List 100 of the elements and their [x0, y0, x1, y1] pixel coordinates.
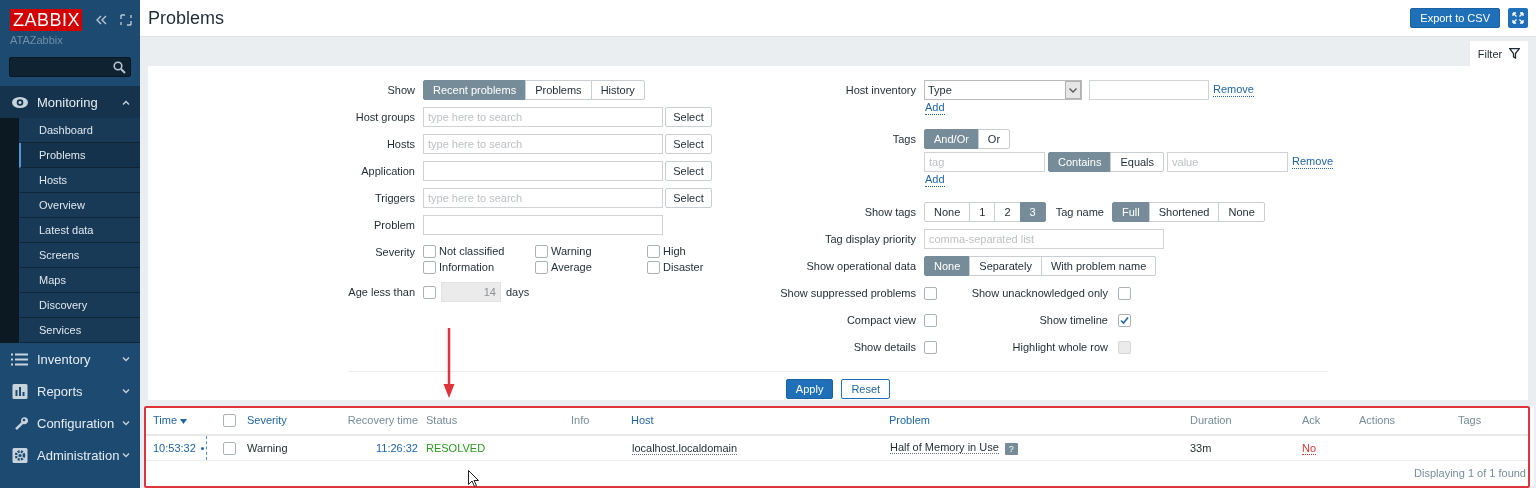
input-field[interactable]	[423, 215, 663, 235]
checkbox[interactable]	[423, 244, 436, 258]
toggle-button[interactable]: None	[1218, 202, 1265, 222]
toggle-button[interactable]: Shortened	[1148, 202, 1220, 222]
field-label: Show details	[852, 340, 917, 355]
input-field[interactable]	[1089, 80, 1209, 100]
checkbox[interactable]	[924, 313, 937, 327]
select-button[interactable]: Select	[665, 161, 712, 181]
menu-item[interactable]: Inventory	[0, 343, 140, 375]
collapse-icon[interactable]	[94, 13, 108, 27]
menu-item[interactable]: Monitoring	[0, 86, 140, 118]
input-field[interactable]: type here to search	[423, 107, 663, 127]
toggle-button[interactable]: With problem name	[1040, 256, 1157, 276]
search-field[interactable]	[9, 57, 131, 77]
toggle-button[interactable]: Problems	[525, 80, 592, 100]
checkbox[interactable]	[223, 441, 236, 455]
checkbox[interactable]	[535, 260, 548, 274]
field-label: Application	[360, 164, 416, 179]
chevron-down-icon	[122, 356, 130, 362]
submenu-item[interactable]: Overview	[19, 193, 140, 218]
export-button[interactable]: Export to CSV	[1410, 8, 1500, 28]
duration-text: 33m	[1190, 442, 1212, 454]
column-header[interactable]: Time	[153, 414, 188, 426]
toggle-button[interactable]: 1	[969, 202, 996, 222]
checkbox[interactable]	[924, 286, 937, 300]
host-link[interactable]: localhost.localdomain	[632, 441, 738, 455]
logo[interactable]: ZABBIX	[10, 9, 82, 31]
checkbox[interactable]	[647, 260, 660, 274]
gear-icon	[11, 447, 29, 463]
reset-button[interactable]: Reset	[841, 379, 891, 399]
submenu-item[interactable]: Screens	[19, 243, 140, 268]
submenu-item[interactable]: Discovery	[19, 293, 140, 318]
problem-link[interactable]: Half of Memory in Use	[890, 441, 999, 455]
checkbox-label: High	[663, 245, 686, 257]
submenu-item[interactable]: Dashboard	[19, 118, 140, 143]
submenu-item[interactable]: Problems	[19, 143, 140, 168]
submenu-item[interactable]: Latest data	[19, 218, 140, 243]
field-label: Tags	[891, 132, 917, 147]
sort-arrow-icon	[180, 419, 188, 424]
checkbox[interactable]	[423, 260, 436, 274]
fullscreen-button[interactable]	[1508, 8, 1528, 28]
input-field[interactable]: tag	[924, 152, 1045, 172]
submenu-item[interactable]: Hosts	[19, 168, 140, 193]
column-header: Ack	[1302, 414, 1321, 426]
input-field[interactable]	[423, 161, 663, 181]
select-button[interactable]: Select	[665, 107, 712, 127]
bar-chart-icon	[11, 383, 29, 399]
status-text: RESOLVED	[426, 442, 486, 454]
link[interactable]: Remove	[1213, 83, 1254, 97]
toggle-button[interactable]: Separately	[969, 256, 1042, 276]
input-field[interactable]: type here to search	[423, 188, 663, 208]
apply-button[interactable]: Apply	[785, 379, 834, 399]
dropdown[interactable]: Type	[924, 80, 1082, 100]
list-icon	[11, 351, 29, 367]
checkbox[interactable]	[647, 244, 660, 258]
checkbox[interactable]	[223, 413, 236, 427]
field-label: Host inventory	[844, 83, 917, 98]
ack-link[interactable]: No	[1302, 442, 1317, 455]
toggle-button[interactable]: None	[924, 202, 971, 222]
select-button[interactable]: Select	[665, 134, 712, 154]
input-field[interactable]: value	[1167, 152, 1289, 172]
menu-item[interactable]: Reports	[0, 375, 140, 407]
checkbox[interactable]	[924, 340, 937, 354]
input-field[interactable]: comma-separated list	[924, 229, 1164, 249]
link[interactable]: Remove	[1292, 155, 1334, 169]
checkbox-label: Disaster	[663, 261, 704, 273]
field-label: Show operational data	[805, 259, 917, 274]
field-label: Show suppressed problems	[779, 286, 917, 301]
toggle-button[interactable]: Or	[977, 129, 1011, 149]
column-header: Status	[426, 414, 458, 426]
filter-tab[interactable]: Filter	[1470, 41, 1528, 66]
chevron-down-icon	[122, 452, 130, 458]
checkbox[interactable]	[423, 285, 436, 299]
toggle-button[interactable]: History	[590, 80, 645, 100]
field-label: Triggers	[374, 191, 416, 206]
toggle-button[interactable]: Equals	[1110, 152, 1165, 172]
eye-icon	[11, 94, 29, 110]
menu-item[interactable]: Administration	[0, 439, 140, 471]
column-header[interactable]: Severity	[247, 414, 287, 426]
column-header[interactable]: Host	[631, 414, 654, 426]
field-label: Age less than	[347, 285, 416, 300]
time-link[interactable]: 11:26:32	[376, 442, 418, 454]
toggle-button[interactable]: 2	[994, 202, 1021, 222]
time-link[interactable]: 10:53:32	[153, 442, 196, 454]
checkbox[interactable]	[535, 244, 548, 258]
input-field[interactable]: type here to search	[423, 134, 663, 154]
link[interactable]: Add	[925, 101, 945, 115]
checkbox[interactable]	[1118, 286, 1131, 300]
submenu-item[interactable]: Maps	[19, 268, 140, 293]
field-label: Compact view	[845, 313, 917, 328]
column-header[interactable]: Problem	[889, 414, 930, 426]
select-button[interactable]: Select	[665, 188, 712, 208]
checkbox[interactable]	[1118, 313, 1131, 327]
fullscreen-icon[interactable]	[120, 14, 132, 26]
chevron-up-icon	[122, 99, 130, 105]
link[interactable]: Add	[925, 173, 945, 187]
submenu-item[interactable]: Services	[19, 318, 140, 343]
page-title: Problems	[148, 7, 225, 29]
menu-item[interactable]: Configuration	[0, 407, 140, 439]
field-label: Show	[386, 83, 416, 98]
